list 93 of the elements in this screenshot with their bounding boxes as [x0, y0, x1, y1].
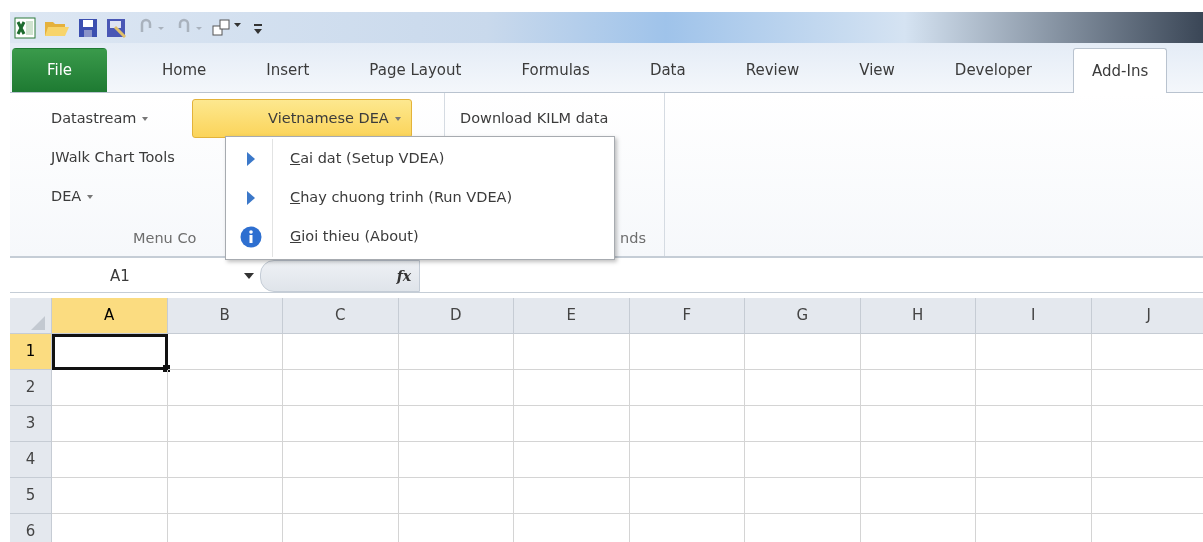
formula-bar-field[interactable]: fx [260, 260, 420, 292]
row-header[interactable]: 3 [10, 406, 52, 442]
save-icon[interactable] [78, 17, 98, 38]
grid-cell[interactable] [976, 442, 1092, 478]
grid-cell[interactable] [398, 370, 514, 406]
group-label: Menu Co [133, 229, 197, 249]
grid-cell[interactable] [514, 370, 630, 406]
grid-cell[interactable] [283, 406, 399, 442]
grid-cell[interactable] [52, 370, 168, 406]
name-box[interactable]: A1 [10, 260, 238, 292]
grid-cell[interactable] [745, 406, 861, 442]
row-header[interactable]: 2 [10, 370, 52, 406]
column-header[interactable]: A [52, 298, 168, 334]
grid-cell[interactable] [167, 442, 283, 478]
grid-cell[interactable] [976, 370, 1092, 406]
menu-item[interactable]: Chay chuong trinh (Run VDEA) [228, 178, 612, 218]
grid-cell[interactable] [398, 442, 514, 478]
ribbon-tab[interactable]: Data [630, 48, 705, 92]
grid-cell[interactable] [514, 478, 630, 514]
column-header[interactable]: C [283, 298, 399, 334]
grid-cell[interactable] [745, 478, 861, 514]
grid-cell[interactable] [52, 442, 168, 478]
column-header[interactable]: B [167, 298, 283, 334]
ribbon-button[interactable]: JWalk Chart Tools [42, 138, 184, 177]
grid-cell[interactable] [629, 442, 745, 478]
ribbon-tab[interactable]: Formulas [502, 48, 609, 92]
row-header[interactable]: 1 [10, 334, 52, 370]
ribbon-button[interactable]: Vietnamese DEA [191, 99, 412, 138]
grid-cell[interactable] [976, 406, 1092, 442]
info-icon [240, 226, 262, 249]
grid-cell[interactable] [629, 406, 745, 442]
ribbon-tab[interactable]: Insert [247, 48, 329, 92]
menu-item[interactable]: Gioi thieu (About) [228, 217, 612, 257]
grid-cell[interactable] [283, 370, 399, 406]
dropdown-arrow-icon[interactable] [244, 272, 254, 280]
grid-cell[interactable] [860, 478, 976, 514]
document-icon[interactable] [106, 17, 128, 38]
grid-cell[interactable] [629, 478, 745, 514]
group-label: nds [620, 229, 646, 249]
row-header[interactable]: 6 [10, 514, 52, 542]
ribbon-button[interactable]: Download KILM data [451, 99, 618, 138]
shapes-icon[interactable] [212, 17, 244, 38]
grid-cell[interactable] [860, 370, 976, 406]
ribbon-tab[interactable]: Home [143, 48, 226, 92]
grid-cell[interactable] [860, 442, 976, 478]
ribbon-tab[interactable]: Developer [935, 48, 1051, 92]
ribbon-button[interactable]: DEA [42, 177, 184, 216]
column-header[interactable]: D [398, 298, 514, 334]
grid-cell[interactable] [745, 370, 861, 406]
grid-cell[interactable] [745, 334, 861, 370]
grid-cell[interactable] [514, 442, 630, 478]
column-header[interactable]: F [629, 298, 745, 334]
grid-cell[interactable] [167, 334, 283, 370]
grid-cell[interactable] [52, 478, 168, 514]
grid-cell[interactable] [860, 334, 976, 370]
grid-cell[interactable] [629, 334, 745, 370]
grid-cell[interactable] [283, 334, 399, 370]
row-header[interactable]: 4 [10, 442, 52, 478]
play-arrow-icon [246, 190, 256, 206]
file-tab[interactable]: File [12, 48, 107, 92]
insert-function-button[interactable]: fx [396, 265, 411, 287]
grid-cell[interactable] [976, 334, 1092, 370]
grid-cell[interactable] [398, 406, 514, 442]
ribbon-tab[interactable]: Page Layout [350, 48, 481, 92]
grid-cell[interactable] [860, 406, 976, 442]
select-all-icon[interactable] [30, 315, 45, 330]
grid-cell[interactable] [167, 370, 283, 406]
active-cell[interactable] [52, 334, 168, 370]
ribbon-tab[interactable]: Add-Ins [1073, 48, 1168, 93]
grid-cell[interactable] [283, 442, 399, 478]
grid-cell[interactable] [629, 370, 745, 406]
menu-item[interactable]: Cai dat (Setup VDEA) [228, 139, 612, 179]
grid-cell[interactable] [283, 478, 399, 514]
excel-icon[interactable] [14, 16, 36, 39]
column-header[interactable]: I [976, 298, 1092, 334]
row-header[interactable]: 5 [10, 478, 52, 514]
grid-cell[interactable] [976, 478, 1092, 514]
ribbon-tab[interactable]: View [840, 48, 914, 92]
ribbon-tab[interactable]: Review [726, 48, 819, 92]
grid-cell[interactable] [514, 334, 630, 370]
grid-cell[interactable] [398, 478, 514, 514]
play-arrow-icon [246, 150, 256, 167]
grid-cell[interactable] [514, 406, 630, 442]
column-header[interactable]: E [514, 298, 630, 334]
grid-cell[interactable] [52, 406, 168, 442]
column-header[interactable]: H [860, 298, 976, 334]
ribbon-button[interactable]: Datastream [42, 99, 184, 138]
grid-cell[interactable] [745, 442, 861, 478]
column-header[interactable]: G [745, 298, 861, 334]
grid-cell[interactable] [167, 478, 283, 514]
grid-cell[interactable] [398, 334, 514, 370]
grid-cell[interactable] [167, 406, 283, 442]
column-header[interactable]: J [1091, 298, 1203, 334]
